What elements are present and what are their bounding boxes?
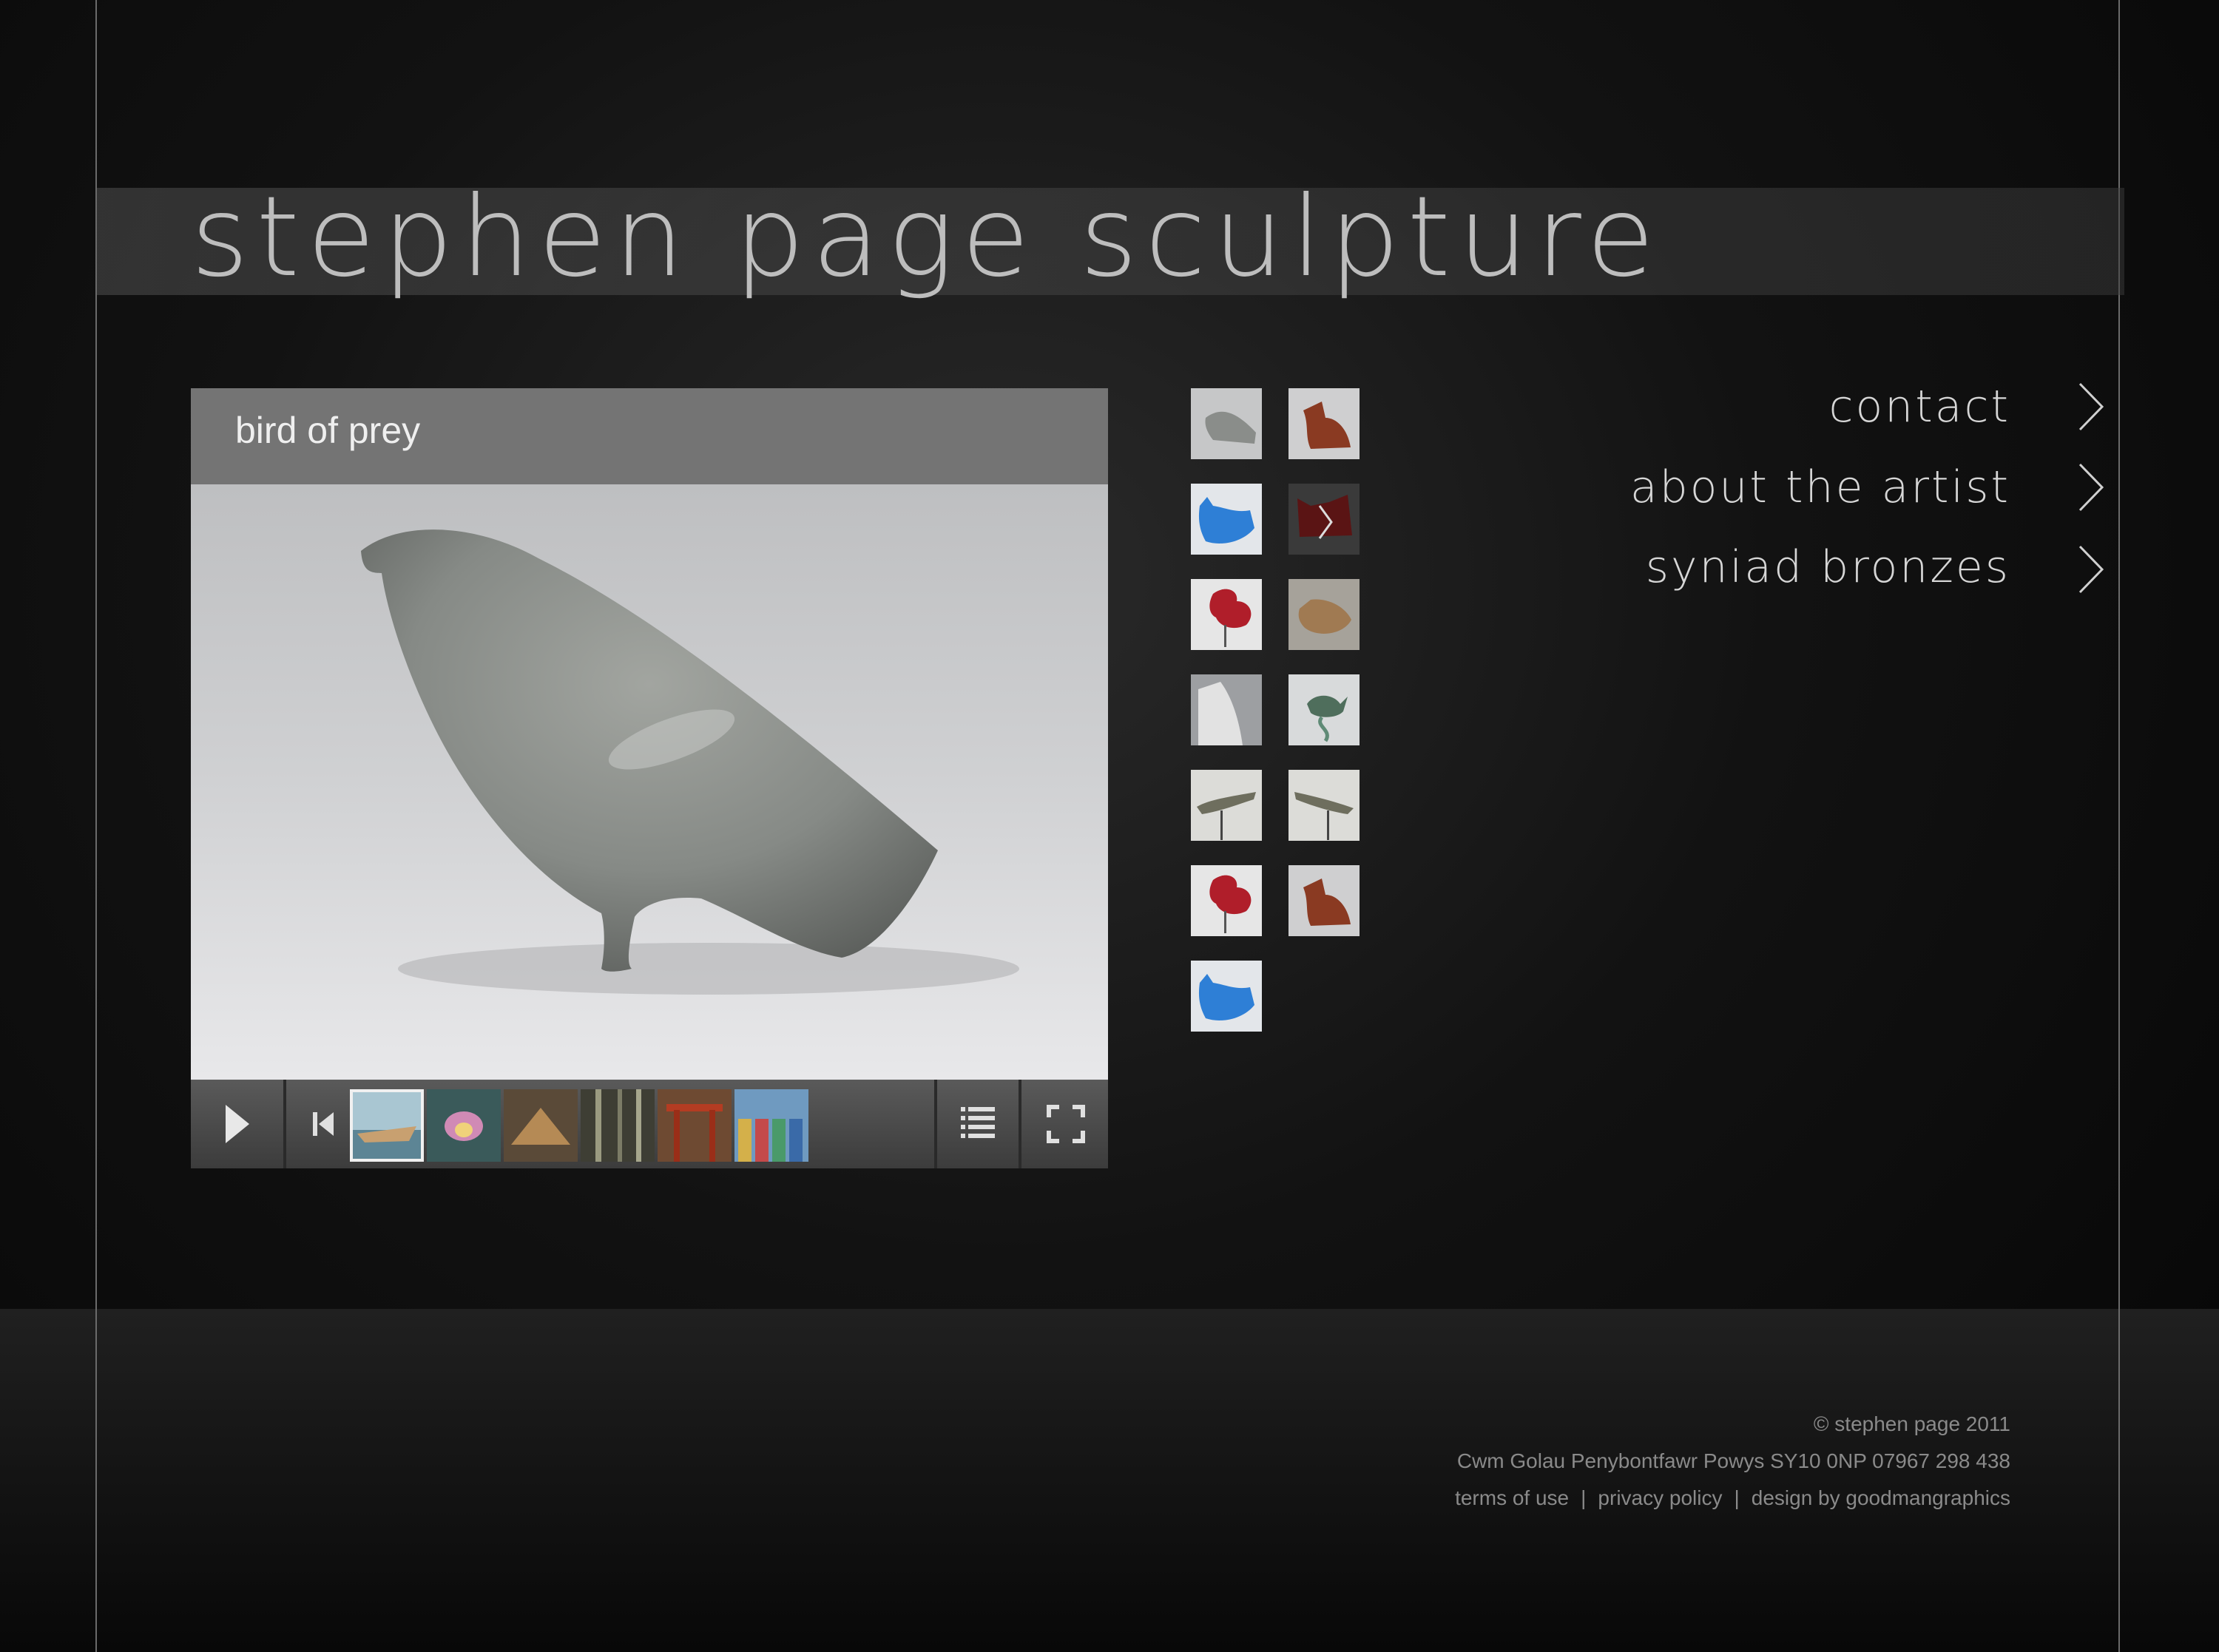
thumb-white-form[interactable] [1191, 674, 1262, 745]
play-icon [225, 1105, 249, 1143]
thumb-red-hen[interactable] [1288, 388, 1360, 459]
nav-contact[interactable]: contact [1828, 373, 2010, 440]
strip-thumb-beach-huts[interactable] [734, 1089, 808, 1162]
list-view-button[interactable] [934, 1080, 1021, 1168]
thumb-red-rooster[interactable] [1191, 579, 1262, 650]
thumb-brown-bird[interactable] [1288, 579, 1360, 650]
thumb-red-rooster-2[interactable] [1191, 865, 1262, 936]
thumb-red-hen-2[interactable] [1288, 865, 1360, 936]
footer-separator: | [1581, 1486, 1587, 1509]
privacy-policy-link[interactable]: privacy policy [1598, 1486, 1722, 1510]
strip-thumb-pyramid[interactable] [504, 1089, 578, 1162]
nav-about-the-artist[interactable]: about the artist [1630, 454, 2010, 521]
image-caption: bird of prey [235, 410, 421, 451]
slideshow-controls [191, 1080, 1108, 1168]
nav-label-syniad: syniad bronzes [1645, 541, 2010, 593]
thumbnail-strip [350, 1089, 1012, 1162]
site-title[interactable]: stephen page sculpture [191, 169, 1662, 308]
strip-thumb-boat[interactable] [350, 1089, 424, 1162]
main-sculpture-image[interactable] [191, 388, 1108, 1080]
caption-bar: bird of prey [191, 388, 1108, 484]
thumb-blue-cat[interactable] [1191, 484, 1262, 555]
footer-links: terms of use | privacy policy | design b… [1455, 1486, 2010, 1510]
thumb-dark-red-cat[interactable] [1288, 484, 1360, 555]
previous-button[interactable] [294, 1080, 354, 1168]
thumb-grey-bird[interactable] [1191, 388, 1262, 459]
footer-separator: | [1734, 1486, 1740, 1509]
thumb-green-wren[interactable] [1288, 674, 1360, 745]
nav-syniad-bronzes[interactable]: syniad bronzes [1646, 534, 2010, 600]
terms-of-use-link[interactable]: terms of use [1455, 1486, 1569, 1510]
fullscreen-icon [1046, 1105, 1085, 1143]
list-icon [961, 1107, 995, 1138]
thumb-blue-cat-2[interactable] [1191, 961, 1262, 1032]
nav-label-about: about the artist [1629, 461, 2010, 513]
footer-copyright: © stephen page 2011 [1813, 1412, 2010, 1435]
thumb-hare-left[interactable] [1191, 770, 1262, 841]
chevron-right-icon[interactable] [2077, 544, 2107, 595]
chevron-right-icon[interactable] [2077, 461, 2107, 513]
frame-line-right-footer [2118, 1309, 2120, 1652]
strip-thumb-torii[interactable] [658, 1089, 732, 1162]
skip-previous-icon [313, 1112, 334, 1136]
footer [0, 1309, 2219, 1652]
design-credit-link[interactable]: design by goodmangraphics [1752, 1486, 2010, 1510]
play-button[interactable] [191, 1080, 286, 1168]
fullscreen-button[interactable] [1023, 1080, 1108, 1168]
strip-thumb-bamboo[interactable] [581, 1089, 655, 1162]
footer-address: Cwm Golau Penybontfawr Powys SY10 0NP 07… [1456, 1449, 2010, 1472]
slideshow-viewer: bird of prey [191, 388, 1108, 1168]
frame-line-left-footer [95, 1309, 97, 1652]
thumb-hare-right[interactable] [1288, 770, 1360, 841]
nav-label-contact: contact [1828, 381, 2010, 433]
chevron-right-icon[interactable] [2077, 381, 2107, 433]
strip-thumb-lotus[interactable] [427, 1089, 501, 1162]
